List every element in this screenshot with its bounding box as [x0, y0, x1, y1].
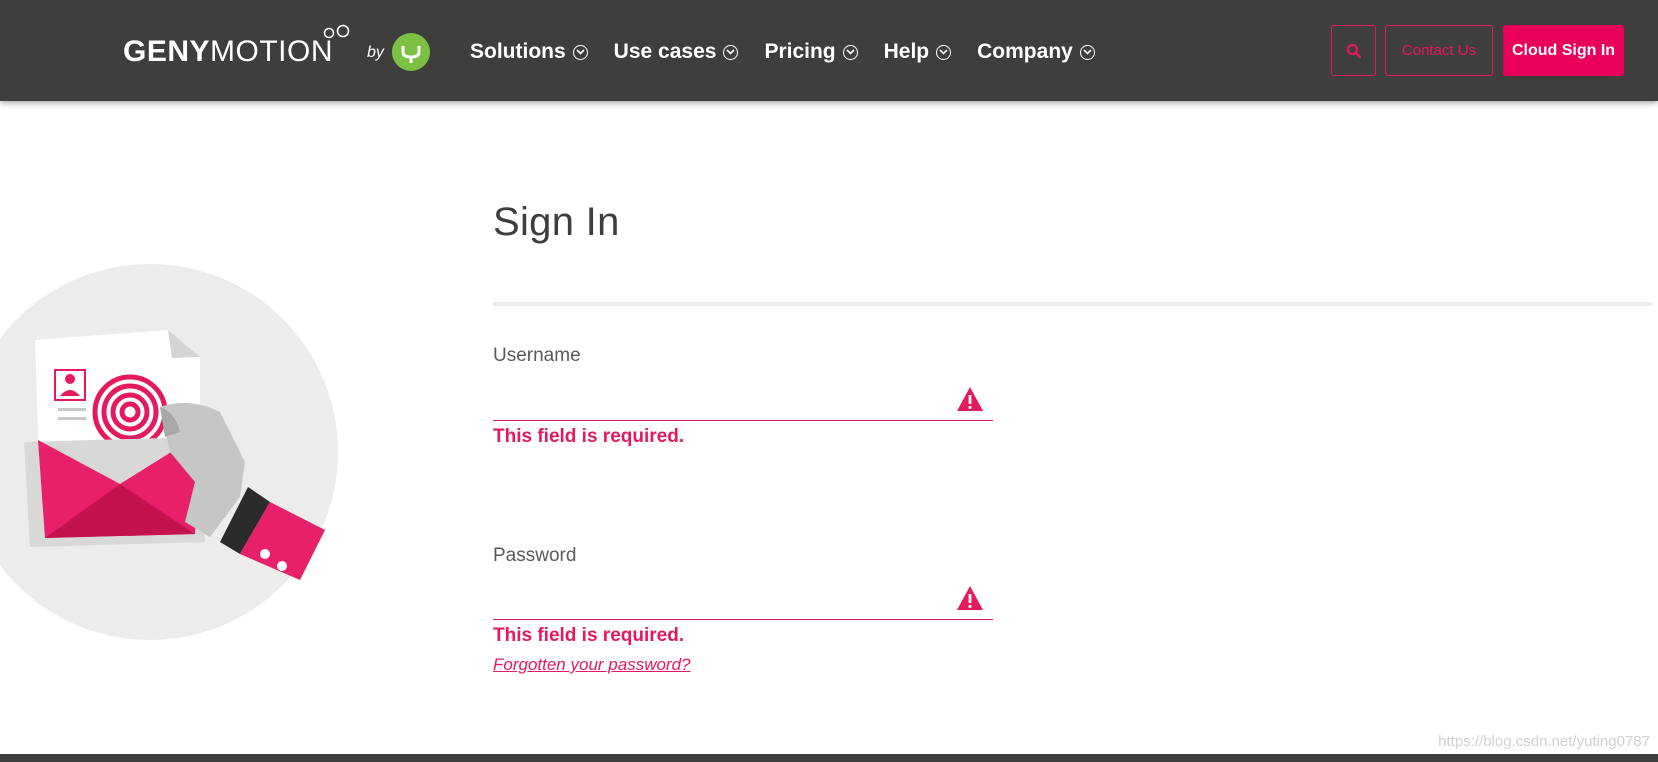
genymotion-logo[interactable]: GENYMOTION by: [123, 22, 430, 82]
logo-wordmark: GENYMOTION: [123, 35, 333, 69]
nav-help[interactable]: Help: [884, 40, 952, 64]
username-input[interactable]: [493, 379, 993, 421]
password-label: Password: [493, 545, 577, 566]
nav-solutions[interactable]: Solutions: [470, 40, 588, 64]
watermark-text: https://blog.csdn.net/yuting0787: [1438, 733, 1650, 750]
username-error: This field is required.: [493, 426, 685, 447]
logo-by-text: by: [367, 44, 384, 61]
chevron-down-circle-icon: [1079, 44, 1095, 60]
cloud-sign-in-button[interactable]: Cloud Sign In: [1503, 25, 1624, 76]
chevron-down-circle-icon: [723, 44, 739, 60]
nav-label: Company: [977, 40, 1073, 63]
search-button[interactable]: [1331, 25, 1376, 76]
nav-label: Use cases: [613, 40, 717, 63]
nav-use-cases[interactable]: Use cases: [614, 40, 739, 64]
logo-dots-icon: [323, 24, 350, 39]
nav-label: Help: [883, 40, 930, 63]
warning-icon: [957, 387, 983, 411]
username-label: Username: [493, 345, 581, 366]
logo-word-light: MOTION: [210, 35, 334, 68]
nav-label: Solutions: [470, 40, 566, 63]
chevron-down-circle-icon: [936, 44, 952, 60]
footer-strip: [0, 754, 1658, 762]
sign-in-illustration: [0, 264, 338, 640]
contact-us-button[interactable]: Contact Us: [1385, 25, 1493, 76]
nav-company[interactable]: Company: [977, 40, 1095, 64]
chevron-down-circle-icon: [572, 44, 588, 60]
forgot-password-link[interactable]: Forgotten your password?: [493, 655, 691, 675]
main-nav: Solutions Use cases Pricing Help Company: [470, 40, 1095, 64]
page-title: Sign In: [493, 200, 620, 244]
password-error: This field is required.: [493, 625, 685, 646]
search-icon: [1346, 43, 1361, 58]
top-navigation-bar: GENYMOTION by Solutions Use cases Pricin…: [0, 0, 1658, 101]
password-input[interactable]: [493, 578, 993, 620]
chevron-down-circle-icon: [842, 44, 858, 60]
title-divider: [493, 302, 1653, 306]
logo-word-bold: GENY: [123, 35, 211, 68]
nav-label: Pricing: [764, 40, 836, 63]
parent-company-badge-icon: [391, 33, 430, 71]
warning-icon: [957, 586, 983, 610]
nav-pricing[interactable]: Pricing: [764, 40, 858, 64]
